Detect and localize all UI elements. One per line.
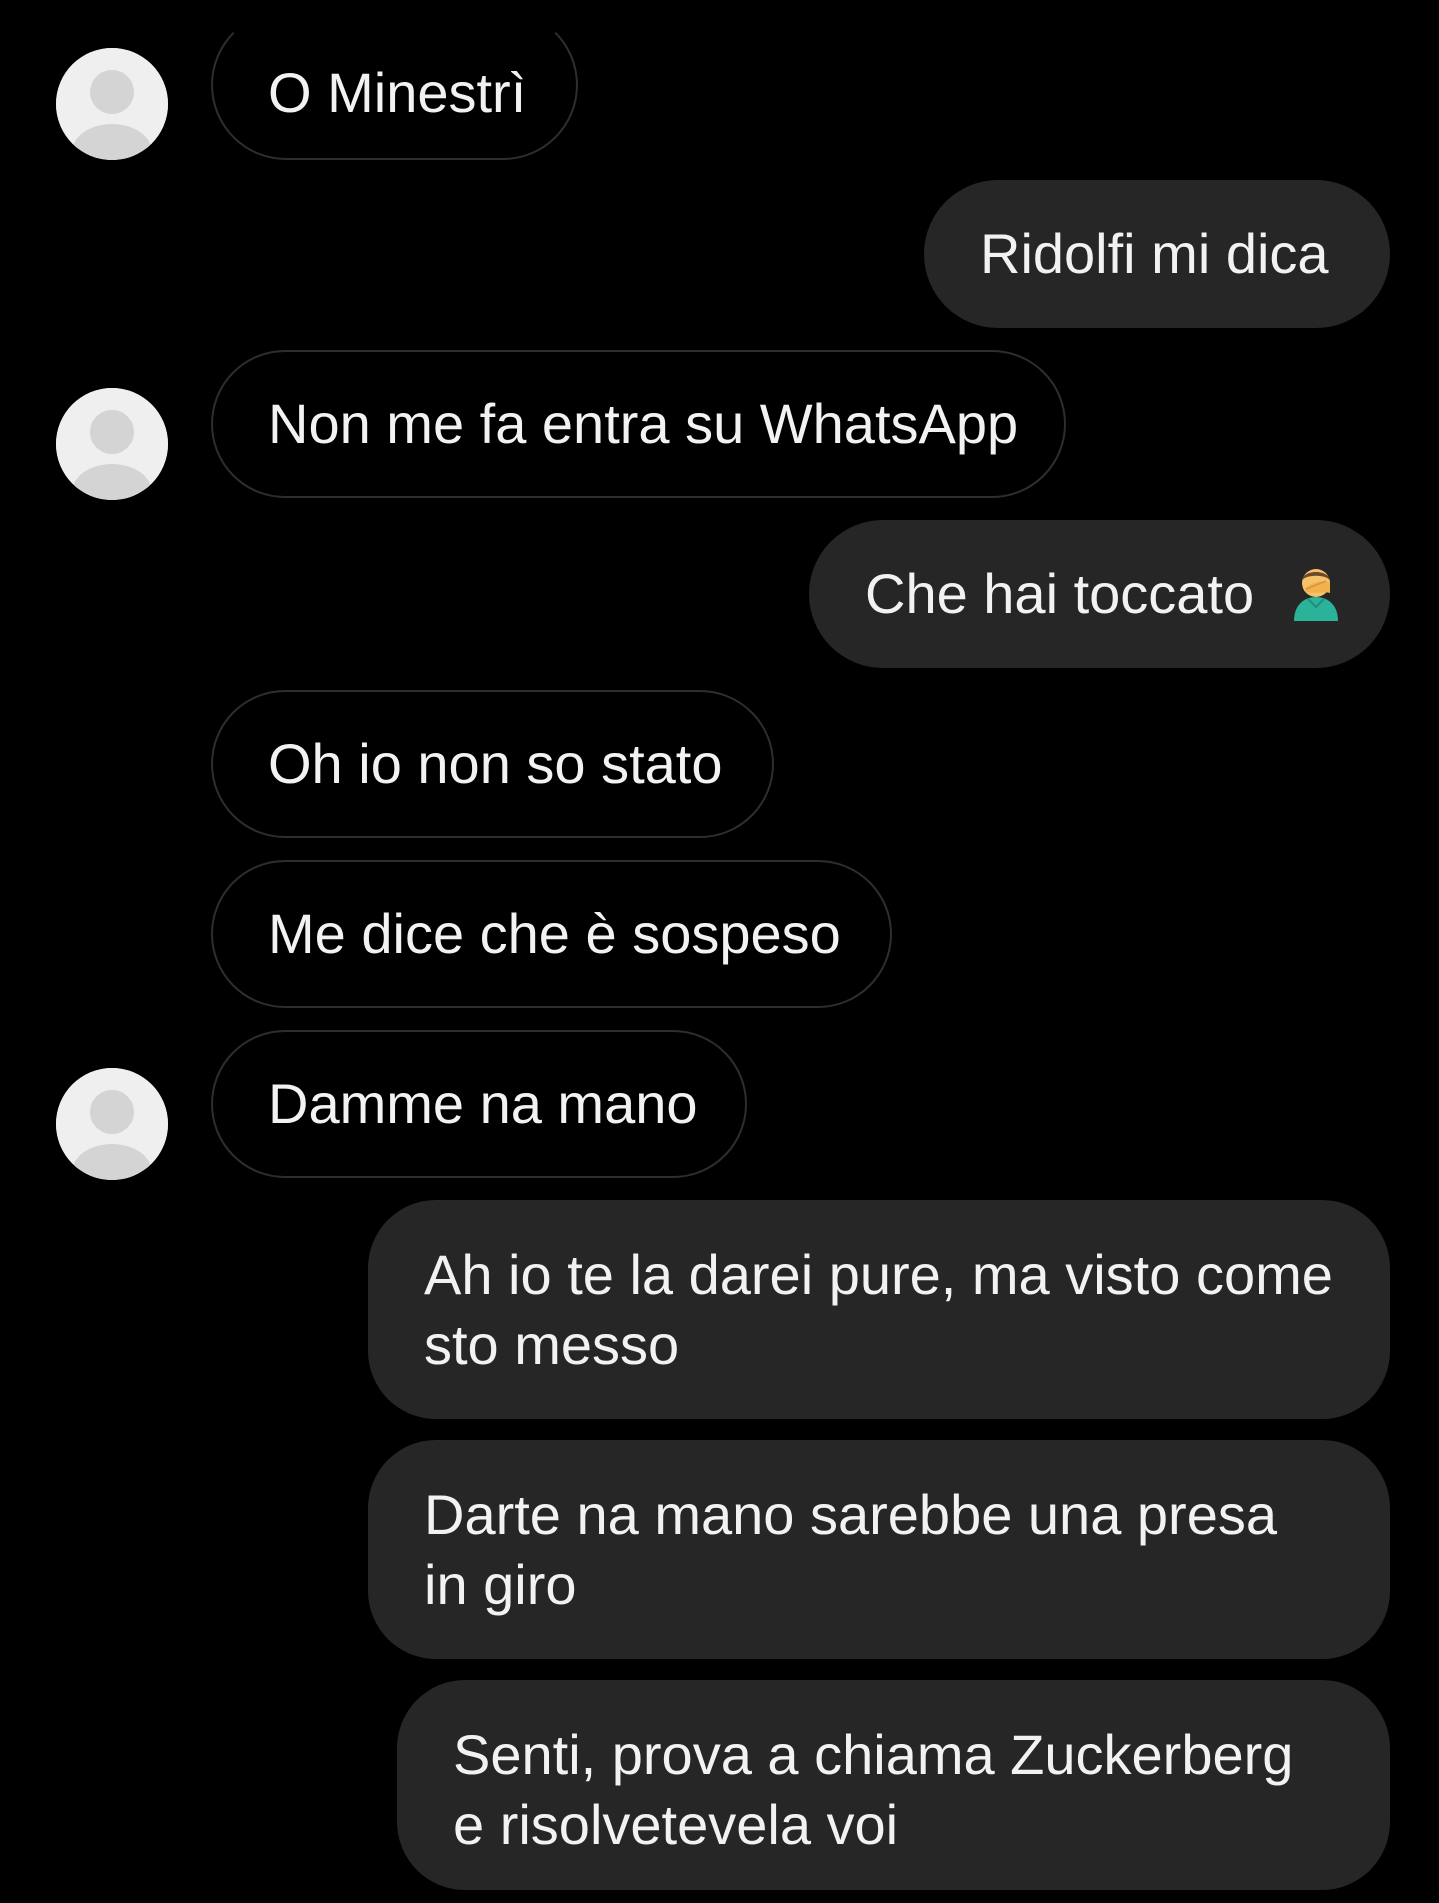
man-facepalming-icon	[1293, 569, 1338, 621]
message-incoming[interactable]: Non me fa entra su WhatsApp	[211, 350, 1066, 498]
default-user-icon	[56, 48, 168, 160]
message-incoming[interactable]: Oh io non so stato	[211, 690, 774, 838]
message-incoming[interactable]: Me dice che è sospeso	[211, 860, 892, 1008]
message-text: Damme na mano	[268, 1072, 698, 1135]
message-incoming[interactable]: Damme na mano	[211, 1030, 747, 1178]
message-text: Senti, prova a chiama Zuckerberg e risol…	[453, 1723, 1294, 1856]
chat-thread[interactable]: O Minestrì Ridolfi mi dica Non me fa ent…	[0, 0, 1439, 1903]
message-text: Oh io non so stato	[268, 732, 723, 795]
message-outgoing[interactable]: Darte na mano sarebbe una presa in giro	[368, 1440, 1390, 1659]
contact-avatar[interactable]	[56, 388, 168, 500]
message-outgoing[interactable]: Senti, prova a chiama Zuckerberg e risol…	[397, 1680, 1390, 1890]
message-outgoing[interactable]: Ah io te la darei pure, ma visto come st…	[368, 1200, 1390, 1419]
message-text: Me dice che è sospeso	[268, 902, 841, 965]
contact-avatar[interactable]	[56, 48, 168, 160]
default-user-icon	[56, 1068, 168, 1180]
message-text: Ridolfi mi dica	[980, 222, 1329, 285]
message-text: Ah io te la darei pure, ma visto come st…	[424, 1243, 1333, 1376]
message-text: Non me fa entra su WhatsApp	[268, 392, 1019, 455]
default-user-icon	[56, 388, 168, 500]
contact-avatar[interactable]	[56, 1068, 168, 1180]
message-text: O Minestrì	[268, 61, 527, 124]
message-outgoing[interactable]: Che hai toccato	[809, 520, 1390, 668]
message-outgoing[interactable]: Ridolfi mi dica	[924, 180, 1390, 328]
message-text: Che hai toccato	[865, 562, 1255, 625]
message-text: Darte na mano sarebbe una presa in giro	[424, 1483, 1277, 1616]
message-incoming[interactable]: O Minestrì	[211, 10, 578, 160]
